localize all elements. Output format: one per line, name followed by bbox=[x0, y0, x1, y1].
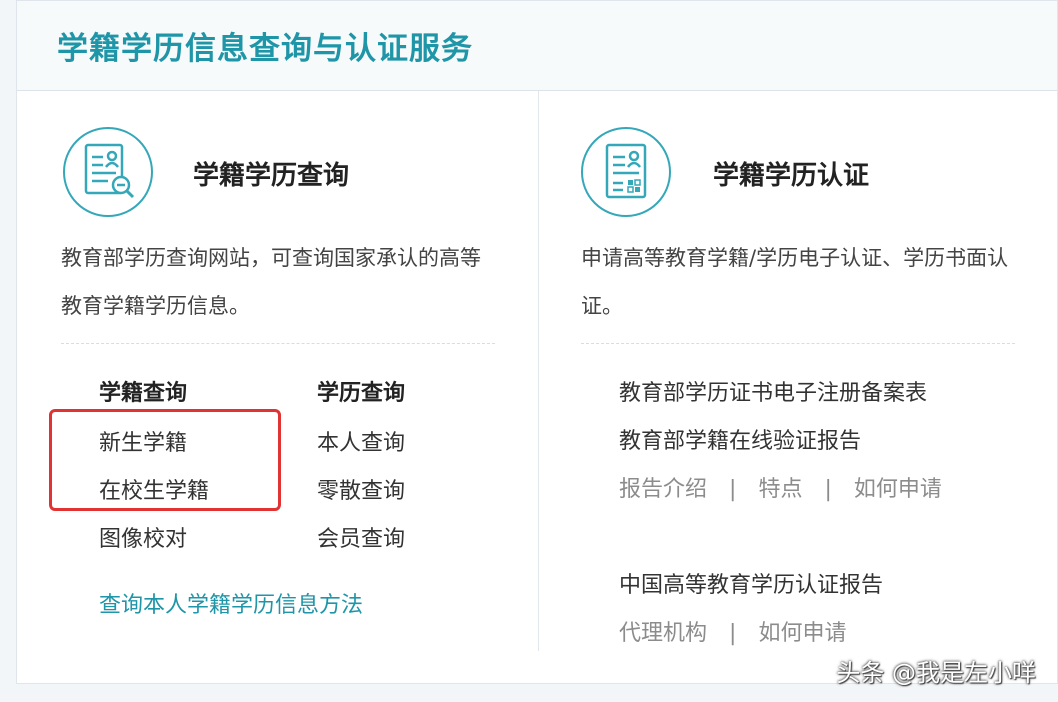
service-card: 学籍学历信息查询与认证服务 学籍学历查询 教育部学历查询网站，可查询国家承认的高… bbox=[16, 0, 1058, 684]
watermark-text: 头条 @我是左小咩 bbox=[836, 659, 1036, 687]
certification-panel: 学籍学历认证 申请高等教育学籍/学历电子认证、学历书面认证。 教育部学历证书电子… bbox=[539, 91, 1058, 685]
how-to-apply-link[interactable]: 如何申请 bbox=[854, 477, 942, 502]
separator: | bbox=[729, 621, 737, 646]
report-links-row: 报告介绍 | 特点 | 如何申请 bbox=[619, 471, 942, 503]
degree-query-heading: 学历查询 bbox=[317, 381, 406, 406]
agency-links-row: 代理机构 | 如何申请 bbox=[619, 615, 846, 647]
image-verification-link[interactable]: 图像校对 bbox=[99, 521, 187, 553]
single-query-link[interactable]: 零散查询 bbox=[317, 473, 405, 505]
separator: | bbox=[729, 477, 737, 502]
self-query-link[interactable]: 本人查询 bbox=[317, 425, 405, 457]
page-title: 学籍学历信息查询与认证服务 bbox=[57, 31, 473, 67]
query-panel-title: 学籍学历查询 bbox=[193, 161, 350, 191]
member-query-link[interactable]: 会员查询 bbox=[317, 521, 405, 553]
highlight-annotation-box bbox=[49, 409, 281, 511]
card-header: 学籍学历信息查询与认证服务 bbox=[17, 1, 1057, 91]
degree-certification-report-link[interactable]: 中国高等教育学历认证报告 bbox=[619, 567, 883, 599]
query-panel-description: 教育部学历查询网站，可查询国家承认的高等教育学籍学历信息。 bbox=[61, 246, 481, 318]
separator: | bbox=[824, 477, 832, 502]
enrollment-query-heading: 学籍查询 bbox=[99, 381, 188, 406]
query-method-link[interactable]: 查询本人学籍学历信息方法 bbox=[99, 587, 363, 619]
dashed-divider bbox=[581, 343, 1015, 344]
certification-panel-title: 学籍学历认证 bbox=[713, 161, 870, 191]
dashed-divider bbox=[61, 343, 495, 344]
query-panel: 学籍学历查询 教育部学历查询网站，可查询国家承认的高等教育学籍学历信息。 学籍查… bbox=[17, 91, 538, 685]
degree-registration-record-link[interactable]: 教育部学历证书电子注册备案表 bbox=[619, 375, 927, 407]
certification-panel-description: 申请高等教育学籍/学历电子认证、学历书面认证。 bbox=[581, 246, 1009, 318]
document-certificate-icon bbox=[581, 127, 671, 217]
document-search-icon bbox=[63, 127, 153, 217]
enrollment-verification-report-link[interactable]: 教育部学籍在线验证报告 bbox=[619, 423, 861, 455]
how-to-apply-link[interactable]: 如何申请 bbox=[758, 621, 846, 646]
agency-link[interactable]: 代理机构 bbox=[619, 621, 707, 646]
features-link[interactable]: 特点 bbox=[758, 477, 802, 502]
report-intro-link[interactable]: 报告介绍 bbox=[619, 477, 707, 502]
